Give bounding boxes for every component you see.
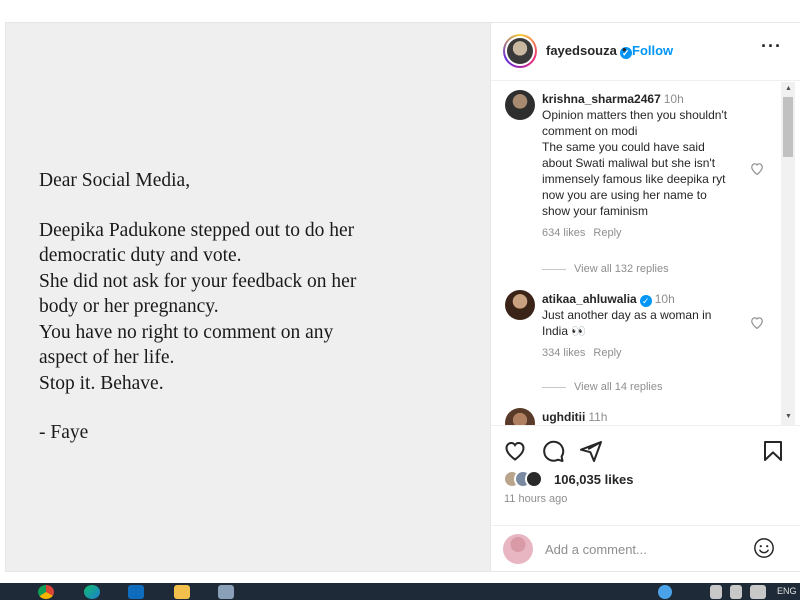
author-username-text[interactable]: fayedsouza [546,43,617,58]
comment-input[interactable] [545,538,745,560]
bookmark-icon[interactable] [761,439,785,463]
comment-text-line: show your faminism [542,204,649,218]
follow-button[interactable]: Follow [632,43,673,58]
comment-time: 11h [588,410,608,424]
author-username[interactable]: fayedsouza ✓ [546,43,632,59]
add-comment-bar [491,525,800,573]
post-time: 11 hours ago [504,493,568,505]
comment-body: atikaa_ahluwalia ✓ 10h Just another day as… [542,291,752,361]
comment-heart-icon[interactable] [750,162,764,178]
emoji-icon[interactable] [753,537,775,559]
comment-icon[interactable] [541,439,565,463]
comment-text-line: immensely famous like deepika ryt [542,172,726,186]
network-icon[interactable] [658,585,672,599]
view-replies-text[interactable]: View all 14 replies [574,381,662,393]
post-text: Dear Social Media, Deepika Padukone step… [39,168,479,446]
comments-list[interactable]: krishna_sharma2467 10h Opinion matters th… [491,82,800,425]
edge-icon[interactable] [84,585,100,599]
comment-text-line: about Swati maliwal but she isn't [542,156,716,170]
reply-button[interactable]: Reply [593,347,621,359]
comment-text-line: Opinion matters then you shouldn't [542,108,728,122]
comment-text-line: Just another day as a woman in [542,308,712,322]
commenter-username[interactable]: atikaa_ahluwalia [542,292,637,306]
post-line: democratic duty and vote. [39,245,242,266]
current-user-avatar [503,534,533,564]
header-separator: • [622,42,627,57]
view-replies-text[interactable]: View all 132 replies [574,263,669,275]
post-line: She did not ask for your feedback on her [39,270,357,292]
likes-row[interactable]: 106,035 likes [503,470,783,492]
post-line: Dear Social Media, [39,170,191,191]
comment-meta: 334 likes Reply [542,345,752,361]
post-line: Stop it. Behave. [39,372,164,394]
tray-icon[interactable] [730,585,742,599]
comment-text-line: India 👀 [542,324,587,338]
verified-icon: ✓ [639,295,652,307]
commenter-username[interactable]: ughditii [542,410,585,424]
heart-icon[interactable] [503,439,527,463]
comment-heart-icon[interactable] [750,316,764,332]
view-replies-button[interactable]: View all 14 replies [542,381,662,393]
folder-icon[interactable] [174,585,190,599]
post-line: Deepika Padukone stepped out to do her [39,219,355,241]
comment-time: 10h [654,292,675,306]
comment-likes[interactable]: 634 likes [542,227,585,239]
chrome-icon[interactable] [38,585,54,599]
post-signature: - Faye [39,422,89,443]
post-line: body or her pregnancy. [39,296,219,317]
app-icon[interactable] [218,585,234,599]
comment-meta: 634 likes Reply [542,225,752,241]
likes-count[interactable]: 106,035 likes [554,472,634,487]
post-line: aspect of her life. [39,347,175,368]
post-actions: 106,035 likes 11 hours ago [491,425,800,525]
commenter-avatar[interactable] [505,290,535,320]
view-replies-button[interactable]: View all 132 replies [542,263,669,275]
post-line: You have no right to comment on any [39,321,334,343]
comment-text-line: The same you could have said [542,140,705,154]
scrollbar-thumb[interactable] [783,97,793,157]
post-image: Dear Social Media, Deepika Padukone step… [5,22,491,572]
scroll-up-arrow-icon[interactable]: ▲ [785,85,792,92]
post-header: fayedsouza ✓ • Follow ··· [491,23,800,81]
comment-body: ughditii 11h [542,409,752,425]
outlook-icon[interactable] [128,585,144,599]
instagram-post-modal: Dear Social Media, Deepika Padukone step… [0,0,800,583]
scroll-down-arrow-icon[interactable]: ▼ [785,413,792,420]
more-icon[interactable]: ··· [761,36,782,57]
reply-button[interactable]: Reply [593,227,621,239]
author-avatar[interactable] [503,34,537,68]
comment-text-line: now you are using her name to [542,188,707,202]
comment-text-line: comment on modi [542,124,638,138]
tray-icon[interactable] [710,585,722,599]
comment-time: 10h [663,92,684,106]
comments-scrollbar[interactable]: ▲ ▼ [781,82,795,425]
comment-likes[interactable]: 334 likes [542,347,585,359]
commenter-username[interactable]: krishna_sharma2467 [542,92,661,106]
share-icon[interactable] [579,439,603,463]
commenter-avatar[interactable] [505,90,535,120]
tray-icon[interactable] [750,585,766,599]
liker-avatar [525,470,543,488]
commenter-avatar[interactable] [505,408,535,425]
comment-body: krishna_sharma2467 10h Opinion matters th… [542,91,752,241]
language-indicator[interactable]: ENG [777,586,797,596]
os-taskbar: ENG [0,583,800,600]
post-sidebar: fayedsouza ✓ • Follow ··· krishna_sharma2… [491,22,800,572]
